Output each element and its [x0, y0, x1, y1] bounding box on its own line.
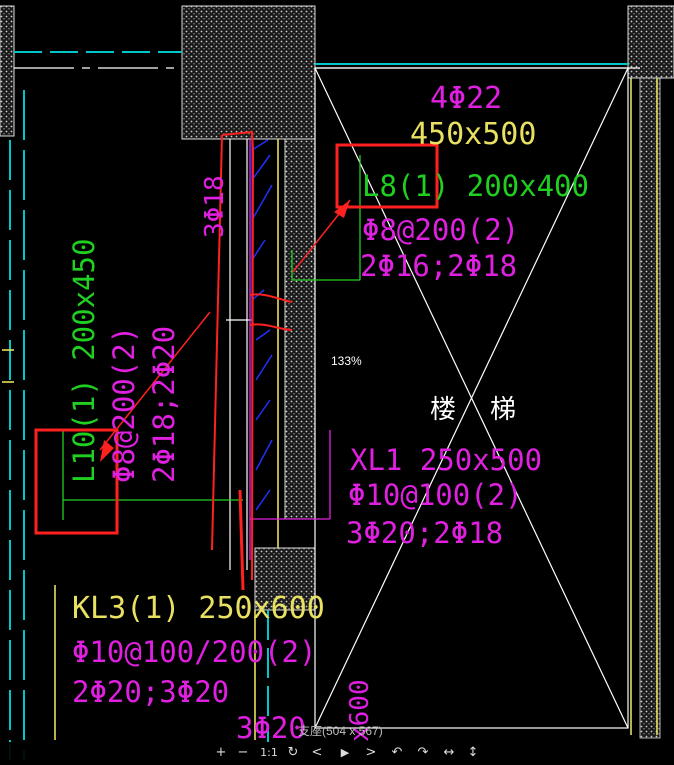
refresh-button[interactable]: ↻ [284, 744, 302, 762]
l8-stirrup: Φ8@200(2) [362, 213, 519, 247]
l10-label: L10(1) 200x450 [67, 239, 101, 483]
rotate-right-button[interactable]: ↷ [414, 744, 432, 762]
rotate-left-button[interactable]: ↶ [388, 744, 406, 762]
next-button[interactable]: > [362, 744, 380, 762]
cad-drawing-canvas[interactable]: 4Φ22 450x500 L8(1) 200x400 Φ8@200(2) 2Φ1… [0, 0, 674, 765]
xl1-stirrup: Φ10@100(2) [348, 478, 523, 512]
bottom-bars: 3Φ20 [236, 711, 306, 745]
l8-bars: 2Φ16;2Φ18 [360, 249, 517, 283]
selection-status: 支座(504 x 567) [298, 724, 383, 738]
l10-stirrup: Φ8@200(2) [107, 326, 141, 483]
left-rebar-label: 3Φ18 [200, 175, 230, 238]
column-left-edge [0, 5, 15, 137]
l8-label: L8(1) 200x400 [362, 169, 589, 203]
top-beam-bars: 4Φ22 [430, 81, 502, 116]
l10-bars: 2Φ18;2Φ20 [147, 326, 181, 483]
zoom-out-button[interactable]: − [234, 744, 252, 762]
kl3-bars: 2Φ20;3Φ20 [72, 675, 229, 709]
kl3-stirrup: Φ10@100/200(2) [72, 635, 316, 669]
stair-label-2: 梯 [490, 395, 516, 425]
zoom-level-label: 133% [331, 354, 362, 368]
xl1-label: XL1 250x500 [350, 443, 542, 477]
play-button[interactable]: ▶ [336, 744, 354, 762]
zoom-in-button[interactable]: + [212, 744, 230, 762]
blue-hatch [251, 139, 273, 530]
column-top-center [181, 5, 316, 140]
previous-button[interactable]: < [308, 744, 326, 762]
flip-vertical-button[interactable]: ↕ [464, 744, 482, 762]
top-beam-size: 450x500 [410, 117, 536, 152]
xl1-bars: 3Φ20;2Φ18 [346, 516, 503, 550]
actual-size-button[interactable]: 1:1 [258, 744, 280, 762]
viewer-toolbar: + − 1:1 ↻ < ▶ > ↶ ↷ ↔ ↕ [0, 742, 674, 765]
flip-horizontal-button[interactable]: ↔ [440, 744, 458, 762]
column-top-right [627, 5, 674, 79]
stair-label-1: 楼 [430, 395, 456, 425]
kl3-label: KL3(1) 250x600 [72, 591, 325, 626]
